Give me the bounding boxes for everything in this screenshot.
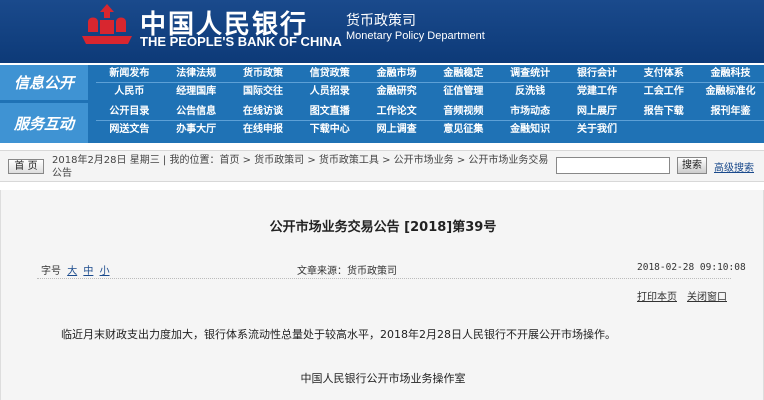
nav-item[interactable]: 工会工作 (630, 83, 697, 101)
search-button[interactable]: 搜索 (677, 157, 707, 174)
nav-item[interactable]: 下载中心 (296, 121, 363, 139)
nav-item[interactable]: 公开目录 (96, 103, 163, 121)
font-size-large-link[interactable]: 大 (67, 266, 77, 277)
nav-group-title-service: 服务互动 (0, 103, 88, 143)
article-body: 临近月末财政支出力度加大，银行体系流动性总量处于较高水平，2018年2月28日人… (61, 328, 616, 341)
nav-item[interactable]: 人民币 (96, 83, 163, 101)
nav-item[interactable]: 关于我们 (564, 121, 631, 139)
nav-item[interactable]: 图文直播 (296, 103, 364, 121)
nav-item[interactable]: 反洗钱 (497, 83, 564, 101)
nav-item[interactable]: 法律法规 (162, 65, 230, 83)
nav-item[interactable]: 信贷政策 (296, 65, 364, 83)
nav-item[interactable]: 在线申报 (230, 121, 297, 139)
nav-item[interactable]: 征信管理 (430, 83, 497, 101)
nav-item[interactable]: 支付体系 (630, 65, 698, 83)
search-input[interactable] (556, 157, 670, 174)
nav-item[interactable]: 办事大厅 (163, 121, 230, 139)
page-title: 公开市场业务交易公告 [2018]第39号 (269, 220, 497, 235)
nav-item[interactable]: 金融研究 (363, 83, 430, 101)
nav-row: 人民币 经理国库 国际交往 人员招录 金融研究 征信管理 反洗钱 党建工作 工会… (96, 83, 764, 101)
nav-item[interactable]: 调查统计 (496, 65, 564, 83)
nav-item[interactable]: 金融稳定 (429, 65, 497, 83)
breadcrumb: 2018年2月28日 星期三 | 我的位置：首页 > 货币政策司 > 货币政策工… (52, 155, 549, 179)
advanced-search-link[interactable]: 高级搜索 (714, 159, 754, 174)
department-name-cn: 货币政策司 (346, 13, 416, 29)
font-size-small-link[interactable]: 小 (100, 266, 110, 277)
nav-group-title-info: 信息公开 (0, 65, 88, 100)
nav-item[interactable]: 金融知识 (497, 121, 564, 139)
nav-item[interactable]: 货币政策 (229, 65, 297, 83)
home-button[interactable]: 首 页 (8, 159, 44, 174)
nav-item[interactable]: 经理国库 (163, 83, 230, 101)
nav-item[interactable]: 工作论文 (363, 103, 430, 121)
article-datetime: 2018-02-28 09:10:08 (637, 262, 746, 273)
nav-item[interactable]: 新闻发布 (96, 65, 163, 83)
nav-item[interactable]: 党建工作 (564, 83, 631, 101)
pboc-emblem-icon (82, 4, 132, 44)
nav-row: 新闻发布 法律法规 货币政策 信贷政策 金融市场 金融稳定 调查统计 银行会计 … (96, 65, 764, 83)
nav-item[interactable]: 在线访谈 (229, 103, 297, 121)
nav-item[interactable]: 音频视频 (429, 103, 497, 121)
bank-name-en: THE PEOPLE'S BANK OF CHINA (140, 34, 342, 49)
main-navigation: 信息公开 新闻发布 法律法规 货币政策 信贷政策 金融市场 金融稳定 调查统计 … (0, 65, 764, 143)
nav-item[interactable]: 公告信息 (162, 103, 230, 121)
nav-item[interactable]: 报刊年鉴 (697, 103, 764, 121)
close-window-link[interactable]: 关闭窗口 (687, 288, 727, 303)
font-size-medium-link[interactable]: 中 (83, 266, 93, 277)
nav-item[interactable]: 人员招录 (296, 83, 363, 101)
nav-item[interactable]: 市场动态 (496, 103, 564, 121)
divider (37, 278, 731, 279)
nav-item[interactable]: 意见征集 (430, 121, 497, 139)
nav-item[interactable]: 报告下载 (630, 103, 698, 121)
nav-item[interactable]: 银行会计 (563, 65, 631, 83)
nav-row: 公开目录 公告信息 在线访谈 图文直播 工作论文 音频视频 市场动态 网上展厅 … (96, 103, 764, 121)
nav-item[interactable]: 国际交往 (230, 83, 297, 101)
article-signature: 中国人民银行公开市场业务操作室 (300, 372, 466, 385)
nav-item[interactable]: 金融市场 (363, 65, 430, 83)
department-name-en: Monetary Policy Department (346, 30, 485, 42)
nav-item[interactable]: 网上调查 (363, 121, 430, 139)
nav-group-info: 信息公开 新闻发布 法律法规 货币政策 信贷政策 金融市场 金融稳定 调查统计 … (0, 65, 764, 100)
article-panel: 公开市场业务交易公告 [2018]第39号 字号 大 中 小 文章来源：货币政策… (0, 190, 764, 400)
nav-item[interactable]: 金融科技 (697, 65, 764, 83)
nav-item[interactable]: 金融标准化 (697, 83, 764, 101)
nav-group-service: 服务互动 公开目录 公告信息 在线访谈 图文直播 工作论文 音频视频 市场动态 … (0, 103, 764, 143)
breadcrumb-bar: 首 页 2018年2月28日 星期三 | 我的位置：首页 > 货币政策司 > 货… (0, 150, 764, 182)
nav-item[interactable]: 网上展厅 (563, 103, 631, 121)
site-header: 中国人民银行 THE PEOPLE'S BANK OF CHINA 货币政策司 … (0, 0, 764, 63)
font-size-controls: 字号 大 中 小 (41, 262, 110, 277)
nav-row: 网送文告 办事大厅 在线申报 下载中心 网上调查 意见征集 金融知识 关于我们 (96, 121, 764, 139)
nav-item[interactable]: 网送文告 (96, 121, 163, 139)
print-page-link[interactable]: 打印本页 (637, 288, 677, 303)
article-source: 文章来源：货币政策司 (297, 266, 397, 277)
font-size-label: 字号 (41, 266, 61, 277)
